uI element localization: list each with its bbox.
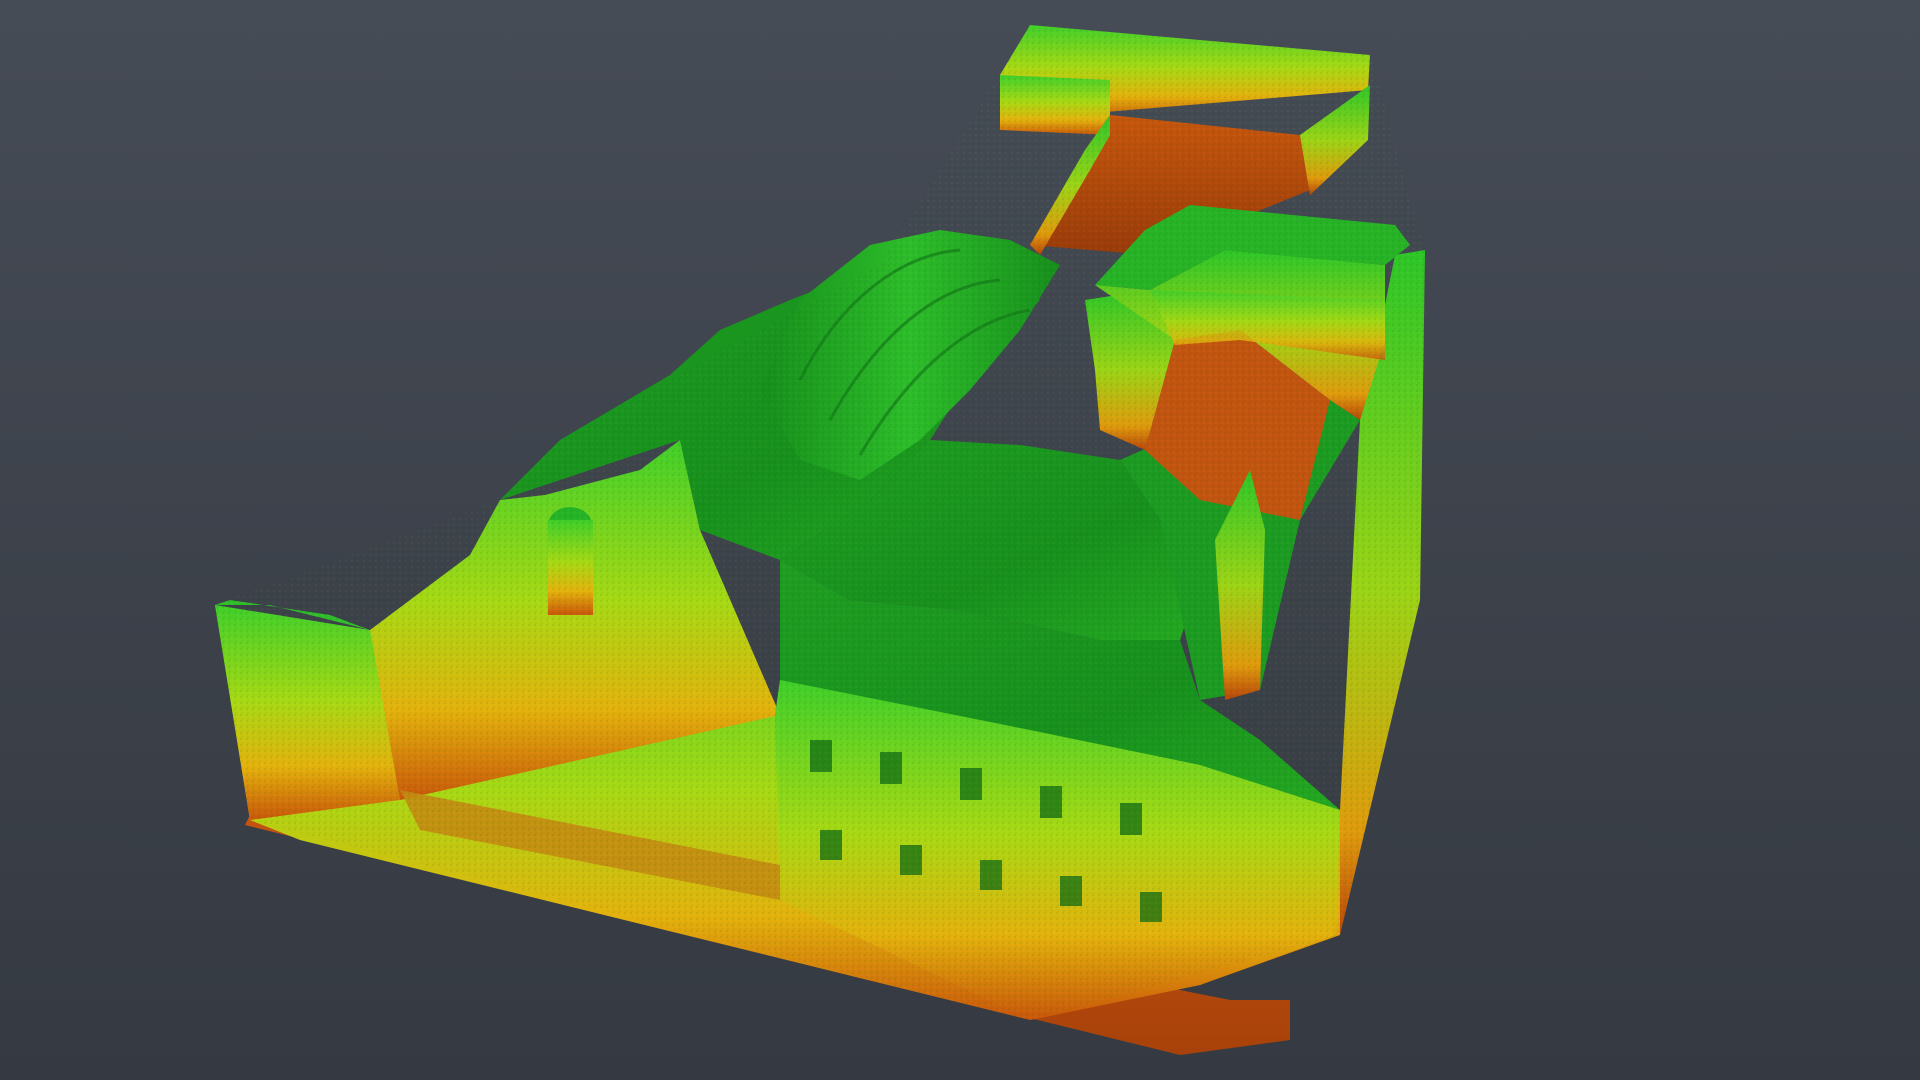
point-cloud-texture bbox=[215, 25, 1425, 1020]
3d-viewport[interactable] bbox=[0, 0, 1920, 1080]
point-cloud-render[interactable] bbox=[0, 0, 1920, 1080]
